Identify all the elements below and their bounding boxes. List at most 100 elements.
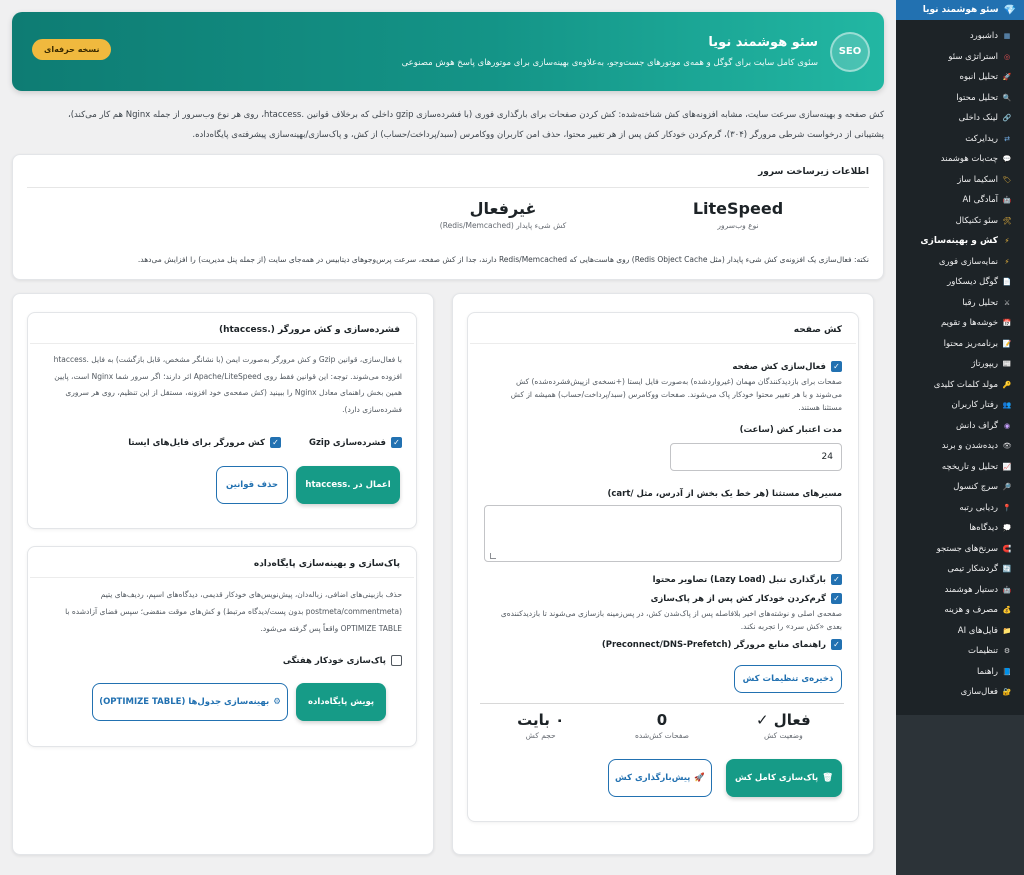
sidebar-item[interactable]: 📍 ردیابی رتبه bbox=[896, 498, 1024, 519]
sidebar-item-label: خوشه‌ها و تقویم bbox=[941, 318, 998, 329]
sidebar-item[interactable]: 📄 گوگل دیسکاور bbox=[896, 272, 1024, 293]
gear-icon: ⚙ bbox=[1003, 647, 1011, 656]
gear-icon: ⚙ bbox=[273, 697, 281, 707]
lazy-load-checkbox[interactable]: ✓ bbox=[831, 574, 842, 585]
optimize-tables-button[interactable]: ⚙ بهینه‌سازی جدول‌ها (OPTIMIZE TABLE) bbox=[92, 683, 288, 721]
sidebar-item[interactable]: 🤖 آمادگی AI bbox=[896, 190, 1024, 211]
enable-cache-option[interactable]: ✓ فعال‌سازی کش صفحه bbox=[732, 361, 842, 372]
chart-icon: 📈 bbox=[1002, 462, 1012, 471]
sidebar-item-label: گراف دانش bbox=[956, 420, 998, 431]
magnet-icon: 🧲 bbox=[1002, 544, 1012, 553]
sidebar-item[interactable]: 👥 رفتار کاربران bbox=[896, 395, 1024, 416]
save-cache-settings-button[interactable]: ذخیره‌ی تنظیمات کش bbox=[734, 665, 842, 693]
sidebar-item[interactable]: ▦ داشبورد bbox=[896, 26, 1024, 47]
exclude-paths-textarea[interactable] bbox=[484, 505, 842, 562]
gzip-option[interactable]: ✓ فشرده‌سازی Gzip bbox=[309, 437, 402, 448]
object-cache-note: نکته: فعال‌سازی یک افزونه‌ی کش شیء پایدا… bbox=[137, 255, 869, 264]
sidebar-header[interactable]: 💎 سئو هوشمند نویا bbox=[896, 0, 1024, 20]
lock-icon: 🔐 bbox=[1002, 688, 1012, 697]
warm-cache-label: گرم‌کردن خودکار کش پس از هر پاک‌سازی bbox=[650, 593, 826, 604]
pro-version-button[interactable]: نسخه حرفه‌ای bbox=[32, 39, 112, 60]
sidebar-item-label: لینک داخلی bbox=[958, 113, 998, 124]
object-cache-stat: غیرفعال کش شیء پایدار (Redis/Memcached) bbox=[423, 199, 583, 230]
sidebar-item[interactable]: ⚔ تحلیل رقبا bbox=[896, 293, 1024, 314]
sidebar-item[interactable]: 🤖 دستیار هوشمند bbox=[896, 580, 1024, 601]
cache-ttl-input[interactable]: 24 bbox=[670, 443, 842, 471]
webserver-value: LiteSpeed bbox=[692, 199, 784, 218]
preload-cache-button[interactable]: 🚀 پیش‌بارگذاری کش bbox=[608, 759, 712, 797]
compression-description: با فعال‌سازی، قوانین Gzip و کش مرورگر به… bbox=[53, 355, 402, 414]
sidebar-item[interactable]: 🔗 لینک داخلی bbox=[896, 108, 1024, 129]
sidebar-item[interactable]: 📘 راهنما bbox=[896, 662, 1024, 683]
enable-cache-checkbox[interactable]: ✓ bbox=[831, 361, 842, 372]
warm-cache-option[interactable]: ✓ گرم‌کردن خودکار کش پس از هر پاک‌سازی bbox=[651, 593, 842, 604]
sidebar-item[interactable]: ⚙ تنظیمات bbox=[896, 641, 1024, 662]
sidebar-item[interactable]: 📝 برنامه‌ریز محتوا bbox=[896, 334, 1024, 355]
sidebar-item-label: گوگل دیسکاور bbox=[947, 277, 998, 288]
sidebar-item[interactable]: 📈 تحلیل و تاریخچه bbox=[896, 457, 1024, 478]
sidebar-item[interactable]: 🔄 گردشکار تیمی bbox=[896, 559, 1024, 580]
warm-cache-checkbox[interactable]: ✓ bbox=[831, 593, 842, 604]
preconnect-option[interactable]: ✓ راهنمای منابع مرورگر (Preconnect/DNS-P… bbox=[602, 639, 842, 650]
book-icon: 📘 bbox=[1002, 667, 1012, 676]
sidebar-item[interactable]: 🔎 سرچ کنسول bbox=[896, 477, 1024, 498]
sidebar-item[interactable]: 🚀 تحلیل انبوه bbox=[896, 67, 1024, 88]
sidebar-item[interactable]: ◎ استراتژی سئو bbox=[896, 47, 1024, 68]
sidebar-item-label: کش و بهینه‌سازی bbox=[920, 236, 998, 247]
cache-stat: فعال ✓ وضعیت کش bbox=[723, 707, 844, 747]
lazy-load-option[interactable]: ✓ بارگذاری تنبل (Lazy Load) تصاویر محتوا bbox=[653, 574, 842, 585]
trash-icon: 🗑 bbox=[822, 773, 833, 783]
sidebar-item-label: سرچ کنسول bbox=[953, 482, 998, 493]
browser-cache-checkbox[interactable]: ✓ bbox=[269, 437, 281, 448]
server-info-title: اطلاعات زیرساخت سرور bbox=[27, 167, 869, 188]
sidebar-item[interactable]: 🔐 فعال‌سازی bbox=[896, 682, 1024, 703]
sidebar-item[interactable]: ⚡ نمایه‌سازی فوری bbox=[896, 252, 1024, 273]
sidebar-item[interactable]: 🧲 سرنخ‌های جستجو bbox=[896, 539, 1024, 560]
sidebar-item[interactable]: 🛠 سئو تکنیکال bbox=[896, 211, 1024, 232]
enable-cache-label: فعال‌سازی کش صفحه bbox=[732, 361, 826, 372]
sidebar-item[interactable]: 🏷 اسکیما ساز bbox=[896, 170, 1024, 191]
webserver-label: نوع وب‌سرور bbox=[717, 221, 759, 230]
sidebar-item[interactable]: 💰 مصرف و هزینه bbox=[896, 600, 1024, 621]
sidebar-item[interactable]: 📰 ریپورتاژ bbox=[896, 354, 1024, 375]
weekly-cleanup-checkbox[interactable] bbox=[391, 655, 402, 666]
sidebar-item-label: راهنما bbox=[976, 666, 998, 677]
sidebar-item[interactable]: ⚡ کش و بهینه‌سازی bbox=[896, 231, 1024, 252]
graph-icon: ◉ bbox=[1003, 421, 1011, 430]
sidebar-item-label: استراتژی سئو bbox=[948, 51, 998, 62]
sidebar-item-label: دیدگاه‌ها bbox=[969, 523, 998, 534]
preconnect-checkbox[interactable]: ✓ bbox=[831, 639, 842, 650]
tools-icon: 🛠 bbox=[1002, 216, 1012, 225]
textarea-resize-handle[interactable] bbox=[490, 553, 496, 559]
sidebar-footer-area bbox=[896, 715, 1024, 875]
scan-database-button[interactable]: پویش پایگاه‌داده bbox=[296, 683, 386, 721]
page-cache-title: کش صفحه bbox=[470, 313, 856, 344]
optimization-column: فشرده‌سازی و کش مرورگر (.htaccess) با فع… bbox=[12, 293, 434, 855]
server-info-card: اطلاعات زیرساخت سرور LiteSpeed نوع وب‌سر… bbox=[12, 154, 884, 280]
assistant-icon: 🤖 bbox=[1002, 585, 1012, 594]
browser-cache-label: کش مرورگر برای فایل‌های ایستا bbox=[128, 437, 265, 448]
sidebar-item-label: چت‌بات هوشمند bbox=[940, 154, 998, 165]
weekly-cleanup-option[interactable]: پاک‌سازی خودکار هفتگی bbox=[283, 655, 402, 666]
sidebar-item[interactable]: 👁 دیده‌شدن و برند bbox=[896, 436, 1024, 457]
sidebar-item[interactable]: ◉ گراف دانش bbox=[896, 416, 1024, 437]
sidebar-item-label: تحلیل و تاریخچه bbox=[941, 461, 998, 472]
optimize-tables-label: بهینه‌سازی جدول‌ها (OPTIMIZE TABLE) bbox=[99, 697, 270, 707]
sidebar-menu: ▦ داشبورد ◎ استراتژی سئو 🚀 تحلیل انبوه 🔍 تحلیل … bbox=[896, 20, 1024, 703]
sidebar-item-label: نمایه‌سازی فوری bbox=[938, 256, 998, 267]
cache-stat-label: صفحات کش‌شده bbox=[634, 731, 690, 740]
sidebar-item[interactable]: 📅 خوشه‌ها و تقویم bbox=[896, 313, 1024, 334]
document-icon: 📄 bbox=[1002, 278, 1012, 287]
sidebar-item[interactable]: 📁 فایل‌های AI bbox=[896, 621, 1024, 642]
intro-line: کش صفحه و بهینه‌سازی سرعت سایت، مشابه اف… bbox=[67, 110, 884, 120]
browser-cache-option[interactable]: ✓ کش مرورگر برای فایل‌های ایستا bbox=[128, 437, 281, 448]
remove-rules-button[interactable]: حذف قوانین bbox=[216, 466, 288, 504]
sidebar-item[interactable]: 🔍 تحلیل محتوا bbox=[896, 88, 1024, 109]
sidebar-item[interactable]: ⇄ ریدایرکت bbox=[896, 129, 1024, 150]
purge-cache-button[interactable]: 🗑 پاک‌سازی کامل کش bbox=[726, 759, 842, 797]
gzip-checkbox[interactable]: ✓ bbox=[391, 437, 402, 448]
sidebar-item[interactable]: 💭 دیدگاه‌ها bbox=[896, 518, 1024, 539]
sidebar-item[interactable]: 💬 چت‌بات هوشمند bbox=[896, 149, 1024, 170]
apply-htaccess-button[interactable]: اعمال در .htaccess bbox=[296, 466, 400, 504]
sidebar-item[interactable]: 🔑 مولد کلمات کلیدی bbox=[896, 375, 1024, 396]
